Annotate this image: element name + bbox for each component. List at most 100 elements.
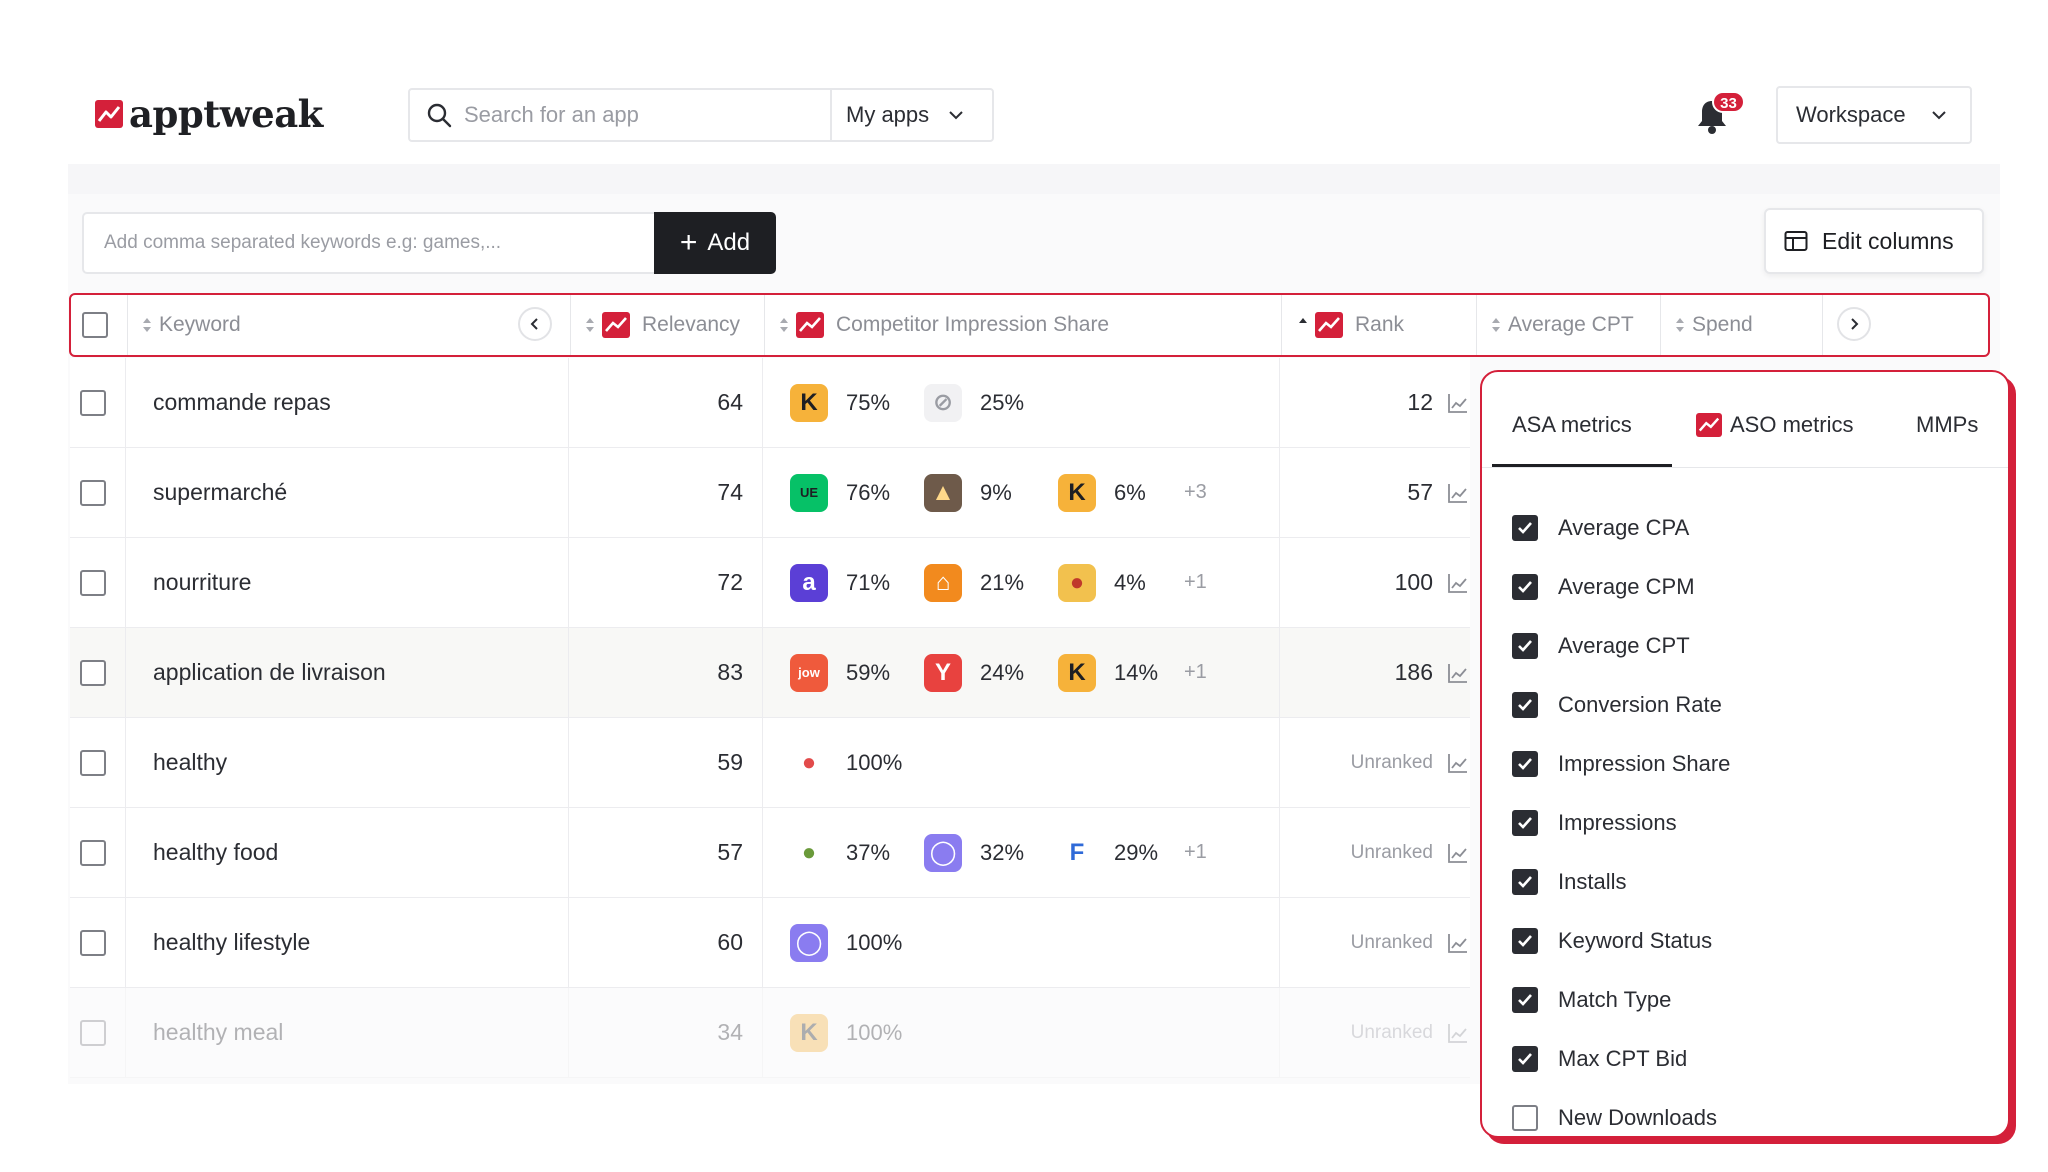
column-option[interactable]: Max CPT Bid	[1512, 1039, 1687, 1079]
tab-aso-metrics[interactable]: ASO metrics	[1696, 412, 1853, 438]
tab-asa-metrics[interactable]: ASA metrics	[1512, 412, 1632, 438]
column-header-competitor-impression-share[interactable]: Competitor Impression Share	[778, 295, 1109, 355]
column-option[interactable]: Average CPM	[1512, 567, 1695, 607]
rank-history-chart-icon[interactable]	[1447, 1022, 1469, 1044]
impression-share-value: 37%	[846, 839, 891, 865]
rank-history-chart-icon[interactable]	[1447, 572, 1469, 594]
more-competitors-count[interactable]: +1	[1184, 571, 1207, 594]
column-header-relevancy[interactable]: Relevancy	[584, 295, 740, 355]
add-keywords-input[interactable]	[82, 212, 656, 274]
column-option-label: Conversion Rate	[1558, 692, 1722, 717]
rank-history-chart-icon[interactable]	[1447, 482, 1469, 504]
edit-columns-button[interactable]: Edit columns	[1764, 208, 1984, 274]
avocado-icon[interactable]: ●	[790, 833, 828, 872]
checkbox-checked-icon[interactable]	[1512, 1046, 1538, 1072]
rank-value: Unranked	[1350, 931, 1433, 953]
impression-share-value: 21%	[980, 569, 1025, 595]
column-option[interactable]: Match Type	[1512, 980, 1671, 1020]
rank-history-chart-icon[interactable]	[1447, 932, 1469, 954]
workspace-dropdown[interactable]: Workspace	[1776, 86, 1972, 144]
row-checkbox[interactable]	[80, 479, 106, 506]
column-option[interactable]: Keyword Status	[1512, 921, 1712, 961]
orange-house-icon[interactable]: ⌂	[924, 563, 962, 602]
table-row[interactable]: application de livraison 83 jow 59% Y 24% K 14%…	[70, 628, 1470, 718]
kiosque-k-icon[interactable]: K	[790, 383, 828, 422]
f-logo-icon[interactable]: F	[1058, 833, 1096, 872]
table-row[interactable]: healthy 59 ● 100% Unranked	[70, 718, 1470, 808]
rank-history-chart-icon[interactable]	[1447, 662, 1469, 684]
rank-history-chart-icon[interactable]	[1447, 752, 1469, 774]
checkbox-checked-icon[interactable]	[1512, 928, 1538, 954]
kiosque-k-icon[interactable]: K	[790, 1013, 828, 1052]
fruit-icon[interactable]: ●	[790, 743, 828, 782]
row-checkbox[interactable]	[80, 929, 106, 956]
row-checkbox-cell	[80, 808, 120, 897]
column-header-average-cpt[interactable]: Average CPT	[1490, 295, 1634, 355]
more-competitors-count[interactable]: +1	[1184, 661, 1207, 684]
blocked-icon[interactable]: ⊘	[924, 383, 962, 422]
checkbox-checked-icon[interactable]	[1512, 869, 1538, 895]
add-keywords-button[interactable]: + Add	[654, 212, 776, 274]
row-checkbox[interactable]	[80, 569, 106, 596]
checkbox-checked-icon[interactable]	[1512, 692, 1538, 718]
column-option-label: Match Type	[1558, 987, 1672, 1012]
rank-history-chart-icon[interactable]	[1447, 392, 1469, 414]
impression-share-value: 75%	[846, 389, 891, 415]
select-all-checkbox[interactable]	[82, 312, 108, 338]
search-input[interactable]	[464, 102, 844, 128]
kiosque-k-icon[interactable]: K	[1058, 653, 1096, 692]
relevancy-cell: 57	[717, 839, 743, 865]
jow-icon[interactable]: jow	[790, 653, 828, 692]
apptweak-metric-icon	[602, 312, 630, 338]
row-checkbox[interactable]	[80, 659, 106, 686]
table-row[interactable]: healthy lifestyle 60 ◯ 100% Unranked	[70, 898, 1470, 988]
scroll-columns-right-button[interactable]	[1837, 307, 1871, 341]
column-header-spend[interactable]: Spend	[1674, 295, 1753, 355]
sort-icon	[1676, 318, 1684, 332]
column-option[interactable]: Average CPT	[1512, 626, 1690, 666]
column-option[interactable]: Impressions	[1512, 803, 1677, 843]
purple-ring-icon[interactable]: ◯	[790, 923, 828, 962]
checkbox-checked-icon[interactable]	[1512, 574, 1538, 600]
keyword-cell: supermarché	[153, 479, 288, 505]
apptweak-logo[interactable]: apptweak	[95, 92, 323, 136]
scroll-columns-left-button[interactable]	[518, 307, 552, 341]
checkbox-checked-icon[interactable]	[1512, 751, 1538, 777]
row-checkbox[interactable]	[80, 1019, 106, 1046]
purple-ring-icon[interactable]: ◯	[924, 833, 962, 872]
tab-mmps[interactable]: MMPs	[1916, 412, 1978, 438]
rank-history-chart-icon[interactable]	[1447, 842, 1469, 864]
my-apps-dropdown[interactable]: My apps	[846, 102, 965, 128]
table-row[interactable]: healthy meal 34 K 100% Unranked	[70, 988, 1470, 1078]
photo-app-icon[interactable]: ▲	[924, 473, 962, 512]
checkbox-unchecked-icon[interactable]	[1512, 1105, 1538, 1131]
purple-a-icon[interactable]: a	[790, 563, 828, 602]
table-row[interactable]: healthy food 57 ● 37% ◯ 32% F 29% +1 Unranked	[70, 808, 1470, 898]
column-divider	[1476, 295, 1477, 355]
more-competitors-count[interactable]: +1	[1184, 841, 1207, 864]
row-checkbox[interactable]	[80, 389, 106, 416]
column-header-rank[interactable]: Rank	[1297, 295, 1404, 355]
column-option[interactable]: Conversion Rate	[1512, 685, 1722, 725]
relevancy-cell: 74	[717, 479, 743, 505]
uber-eats-icon[interactable]: UE	[790, 473, 828, 512]
column-option[interactable]: New Downloads	[1512, 1098, 1717, 1136]
table-row[interactable]: commande repas 64 K 75% ⊘ 25% 12	[70, 358, 1470, 448]
column-option[interactable]: Average CPA	[1512, 508, 1689, 548]
table-row[interactable]: supermarché 74 UE 76% ▲ 9% K 6% +3 57	[70, 448, 1470, 538]
column-option[interactable]: Installs	[1512, 862, 1626, 902]
red-y-icon[interactable]: Y	[924, 653, 962, 692]
food-game-icon[interactable]: ●	[1058, 563, 1096, 602]
more-competitors-count[interactable]: +3	[1184, 481, 1207, 504]
kiosque-k-icon[interactable]: K	[1058, 473, 1096, 512]
row-checkbox[interactable]	[80, 749, 106, 776]
column-option-label: New Downloads	[1558, 1105, 1717, 1130]
row-checkbox[interactable]	[80, 839, 106, 866]
checkbox-checked-icon[interactable]	[1512, 987, 1538, 1013]
table-row[interactable]: nourriture 72 a 71% ⌂ 21% ● 4% +1 100	[70, 538, 1470, 628]
checkbox-checked-icon[interactable]	[1512, 633, 1538, 659]
column-option[interactable]: Impression Share	[1512, 744, 1730, 784]
column-header-keyword[interactable]: Keyword	[141, 295, 241, 355]
checkbox-checked-icon[interactable]	[1512, 810, 1538, 836]
checkbox-checked-icon[interactable]	[1512, 515, 1538, 541]
